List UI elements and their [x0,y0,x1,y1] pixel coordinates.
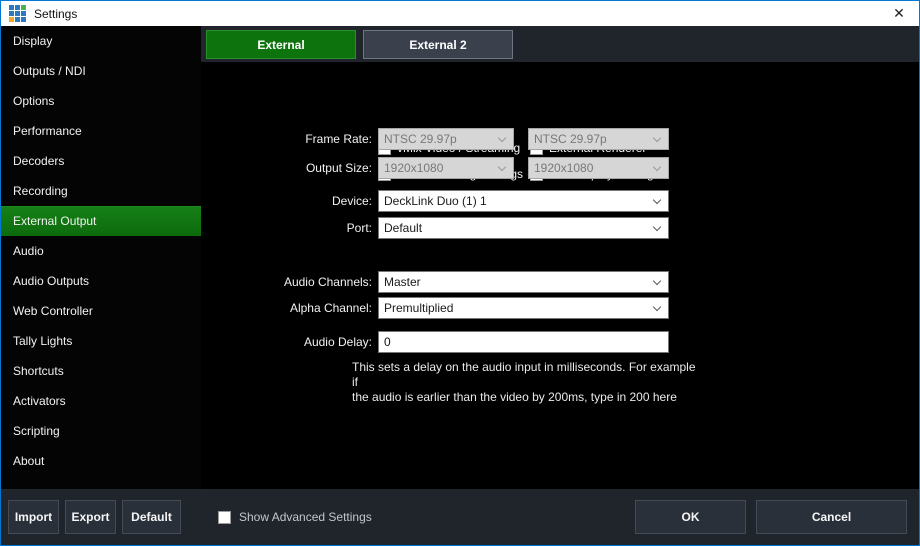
sidebar-item-scripting[interactable]: Scripting [1,416,201,446]
show-advanced-settings-checkbox[interactable]: Show Advanced Settings [218,510,372,524]
audio-channels-dropdown[interactable]: Master [378,271,669,293]
sidebar-item-outputs-ndi[interactable]: Outputs / NDI [1,56,201,86]
chevron-down-icon [653,196,661,204]
sidebar-item-tally-lights[interactable]: Tally Lights [1,326,201,356]
sidebar-item-display[interactable]: Display [1,26,201,56]
export-button[interactable]: Export [65,500,116,534]
output-size-label: Output Size: [201,157,372,179]
tab-external[interactable]: External [206,30,356,59]
settings-sidebar: Display Outputs / NDI Options Performanc… [1,26,201,545]
vmix-logo-icon [9,5,26,22]
audio-delay-label: Audio Delay: [201,331,372,353]
output-size-dropdown-2: 1920x1080 [528,157,669,179]
sidebar-footer: Import Export Default [1,489,201,545]
sidebar-item-web-controller[interactable]: Web Controller [1,296,201,326]
import-button[interactable]: Import [8,500,59,534]
sidebar-item-external-output[interactable]: External Output [1,206,201,236]
dialog-footer: Show Advanced Settings OK Cancel [201,489,919,545]
ok-button[interactable]: OK [635,500,746,534]
device-label: Device: [201,190,372,212]
tab-external-2[interactable]: External 2 [363,30,513,59]
audio-delay-input[interactable] [378,331,669,353]
output-size-dropdown-1: 1920x1080 [378,157,514,179]
cancel-button[interactable]: Cancel [756,500,907,534]
port-dropdown[interactable]: Default [378,217,669,239]
device-dropdown[interactable]: DeckLink Duo (1) 1 [378,190,669,212]
sidebar-item-audio-outputs[interactable]: Audio Outputs [1,266,201,296]
chevron-down-icon [653,223,661,231]
alpha-channel-label: Alpha Channel: [201,297,372,319]
chevron-down-icon [498,163,506,171]
chevron-down-icon [653,277,661,285]
settings-window: Settings ✕ Display Outputs / NDI Options… [0,0,920,546]
chevron-down-icon [498,134,506,142]
default-button[interactable]: Default [122,500,181,534]
sidebar-nav: Display Outputs / NDI Options Performanc… [1,26,201,489]
sidebar-item-activators[interactable]: Activators [1,386,201,416]
close-icon[interactable]: ✕ [879,1,919,26]
sidebar-item-performance[interactable]: Performance [1,116,201,146]
audio-delay-help-text: This sets a delay on the audio input in … [352,360,700,405]
sidebar-item-decoders[interactable]: Decoders [1,146,201,176]
sidebar-item-options[interactable]: Options [1,86,201,116]
checkbox-unchecked-icon [218,511,231,524]
chevron-down-icon [653,303,661,311]
audio-channels-label: Audio Channels: [201,271,372,293]
frame-rate-dropdown-2: NTSC 29.97p [528,128,669,150]
external-output-panel: ✓ vMix Video / Streaming ✓ External Rend… [201,62,919,489]
alpha-channel-dropdown[interactable]: Premultiplied [378,297,669,319]
chevron-down-icon [653,134,661,142]
frame-rate-dropdown-1: NTSC 29.97p [378,128,514,150]
show-advanced-settings-label: Show Advanced Settings [239,510,372,524]
port-label: Port: [201,217,372,239]
sidebar-item-shortcuts[interactable]: Shortcuts [1,356,201,386]
frame-rate-label: Frame Rate: [201,128,372,150]
window-title: Settings [34,7,77,21]
sidebar-item-recording[interactable]: Recording [1,176,201,206]
title-bar: Settings ✕ [1,1,919,26]
chevron-down-icon [653,163,661,171]
sidebar-item-about[interactable]: About [1,446,201,476]
sidebar-item-audio[interactable]: Audio [1,236,201,266]
external-output-tabstrip: External External 2 [201,26,919,62]
